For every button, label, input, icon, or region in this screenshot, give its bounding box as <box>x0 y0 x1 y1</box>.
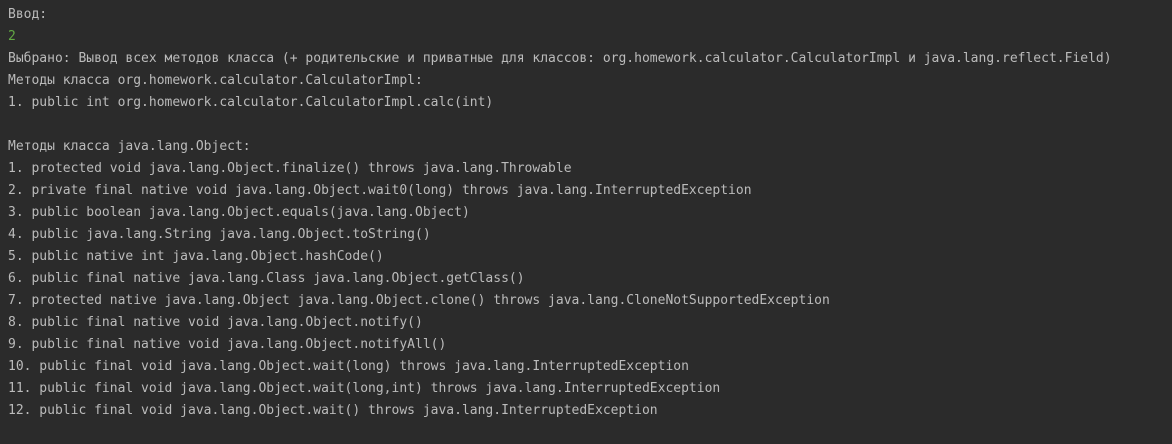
user-input-line: 2 <box>8 29 16 44</box>
object-method-line: 7. protected native java.lang.Object jav… <box>8 293 830 308</box>
object-method-line: 8. public final native void java.lang.Ob… <box>8 315 423 330</box>
prompt-label: Ввод: <box>8 7 48 22</box>
impl-method-line: 1. public int org.homework.calculator.Ca… <box>8 95 494 110</box>
object-method-line: 2. private final native void java.lang.O… <box>8 183 752 198</box>
impl-methods-header: Методы класса org.homework.calculator.Ca… <box>8 73 423 88</box>
console-output[interactable]: Ввод: 2 Выбрано: Вывод всех методов клас… <box>0 0 1172 444</box>
object-method-line: 3. public boolean java.lang.Object.equal… <box>8 205 470 220</box>
object-method-line: 5. public native int java.lang.Object.ha… <box>8 249 384 264</box>
object-methods-header: Методы класса java.lang.Object: <box>8 139 251 154</box>
object-method-line: 11. public final void java.lang.Object.w… <box>8 381 721 396</box>
object-method-line: 4. public java.lang.String java.lang.Obj… <box>8 227 431 242</box>
object-method-line: 10. public final void java.lang.Object.w… <box>8 359 689 374</box>
object-method-line: 1. protected void java.lang.Object.final… <box>8 161 572 176</box>
object-method-line: 6. public final native java.lang.Class j… <box>8 271 525 286</box>
object-method-line: 9. public final native void java.lang.Ob… <box>8 337 447 352</box>
selection-message: Выбрано: Вывод всех методов класса (+ ро… <box>8 51 1112 66</box>
object-method-line: 12. public final void java.lang.Object.w… <box>8 403 658 418</box>
